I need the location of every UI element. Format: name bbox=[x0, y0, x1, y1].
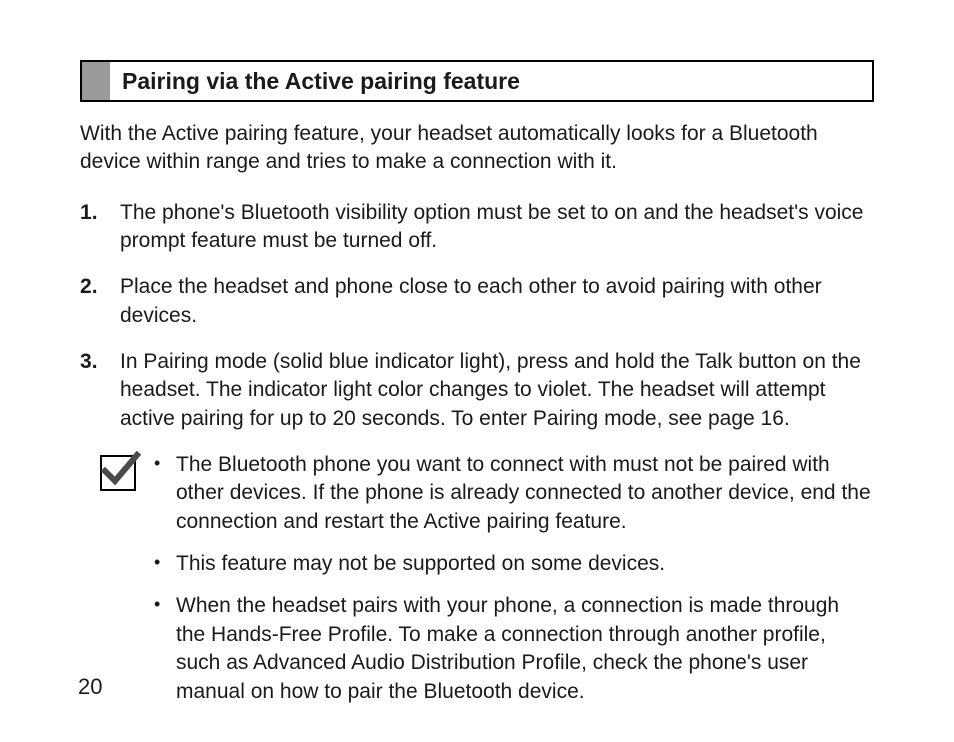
checkmark-icon bbox=[100, 455, 136, 491]
step-item: Place the headset and phone close to eac… bbox=[80, 273, 874, 330]
step-item: The phone's Bluetooth visibility option … bbox=[80, 199, 874, 256]
manual-page: Pairing via the Active pairing feature W… bbox=[0, 0, 954, 742]
page-number: 20 bbox=[78, 674, 102, 700]
note-item: The Bluetooth phone you want to connect … bbox=[154, 451, 874, 536]
section-heading: Pairing via the Active pairing feature bbox=[110, 62, 532, 100]
step-item: In Pairing mode (solid blue indicator li… bbox=[80, 348, 874, 433]
note-item: This feature may not be supported on som… bbox=[154, 550, 874, 578]
intro-paragraph: With the Active pairing feature, your he… bbox=[80, 120, 874, 177]
note-block: The Bluetooth phone you want to connect … bbox=[80, 451, 874, 720]
heading-accent-box bbox=[82, 62, 110, 100]
steps-list: The phone's Bluetooth visibility option … bbox=[80, 199, 874, 433]
note-item: When the headset pairs with your phone, … bbox=[154, 592, 874, 705]
notes-list: The Bluetooth phone you want to connect … bbox=[154, 451, 874, 720]
section-heading-bar: Pairing via the Active pairing feature bbox=[80, 60, 874, 102]
